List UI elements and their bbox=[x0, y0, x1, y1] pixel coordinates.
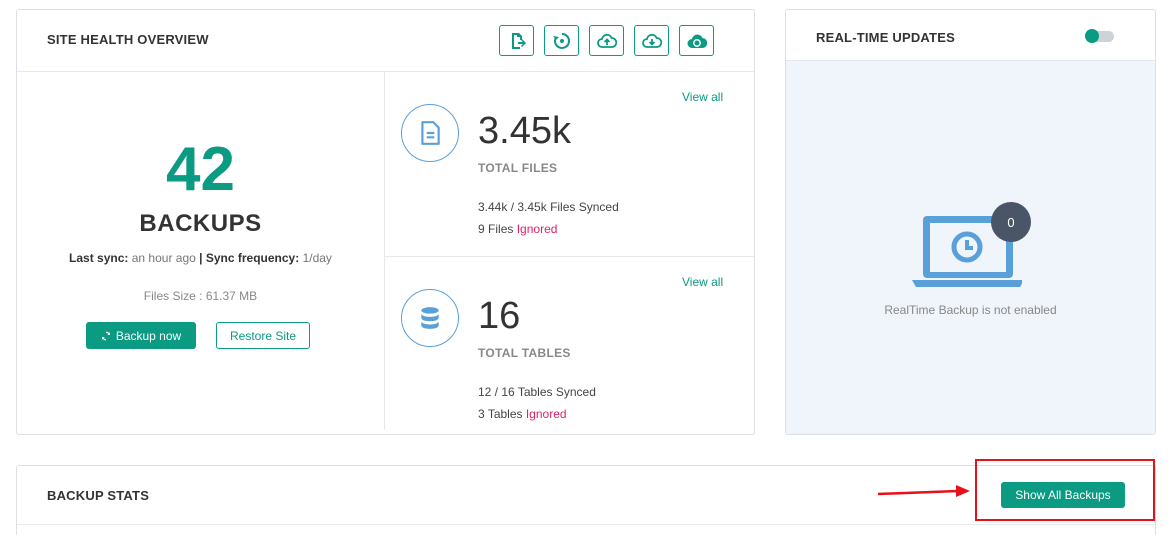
last-sync-label: Last sync: bbox=[69, 251, 129, 265]
total-tables-label: TOTAL TABLES bbox=[478, 346, 571, 360]
realtime-caption: RealTime Backup is not enabled bbox=[884, 303, 1057, 317]
sync-icon bbox=[101, 331, 110, 340]
backup-stats-title: BACKUP STATS bbox=[47, 488, 150, 503]
tables-synced: 12 / 16 Tables Synced bbox=[478, 385, 596, 399]
file-export-button[interactable] bbox=[499, 25, 534, 56]
sync-separator: | bbox=[199, 251, 203, 265]
tables-synced-text: Tables Synced bbox=[517, 385, 596, 399]
cloud-upload-icon bbox=[596, 33, 617, 48]
backup-now-label: Backup now bbox=[115, 328, 182, 343]
backup-count: 42 bbox=[166, 135, 235, 204]
realtime-toggle[interactable] bbox=[1085, 29, 1114, 43]
cloud-sync-button[interactable] bbox=[679, 25, 714, 56]
tables-ignored-link[interactable]: Ignored bbox=[526, 407, 567, 421]
files-ignored-link[interactable]: Ignored bbox=[517, 222, 558, 236]
database-icon bbox=[421, 307, 439, 329]
cloud-upload-button[interactable] bbox=[589, 25, 624, 56]
document-icon bbox=[421, 121, 440, 145]
files-synced: 3.44k / 3.45k Files Synced bbox=[478, 200, 619, 214]
show-all-backups-button[interactable]: Show All Backups bbox=[1001, 482, 1125, 508]
toggle-knob bbox=[1085, 29, 1099, 43]
column-divider bbox=[384, 72, 385, 430]
cloud-download-icon bbox=[641, 33, 662, 48]
backup-stats-divider bbox=[17, 524, 1155, 525]
site-health-title: SITE HEALTH OVERVIEW bbox=[47, 32, 209, 47]
sync-frequency-value: 1/day bbox=[302, 251, 332, 265]
cloud-download-button[interactable] bbox=[634, 25, 669, 56]
sync-frequency-label: Sync frequency: bbox=[205, 251, 300, 265]
total-files-value: 3.45k bbox=[478, 110, 571, 152]
files-size: Files Size : 61.37 MB bbox=[143, 289, 258, 303]
annotation-arrow-icon bbox=[877, 485, 970, 497]
sync-info: Last sync: an hour ago | Sync frequency:… bbox=[17, 251, 384, 265]
site-health-card: SITE HEALTH OVERVIEW 42 BACKUPS Last syn… bbox=[16, 9, 755, 435]
tables-ignored: 3 Tables Ignored bbox=[478, 407, 567, 421]
tables-synced-count: 12 / 16 bbox=[478, 385, 515, 399]
realtime-body: 0 RealTime Backup is not enabled bbox=[786, 60, 1155, 434]
cloud-sync-icon bbox=[687, 34, 707, 48]
tables-ignored-prefix: Tables bbox=[487, 407, 523, 421]
files-stat-icon bbox=[401, 104, 459, 162]
tables-ignored-count: 3 bbox=[478, 407, 485, 421]
file-export-icon bbox=[511, 32, 526, 49]
restore-button[interactable] bbox=[544, 25, 579, 56]
files-view-all-link[interactable]: View all bbox=[682, 90, 723, 104]
files-synced-text: Files Synced bbox=[550, 200, 619, 214]
files-synced-count: 3.44k / 3.45k bbox=[478, 200, 547, 214]
files-ignored-prefix: Files bbox=[488, 222, 514, 236]
tables-stat-icon bbox=[401, 289, 459, 347]
files-ignored-count: 9 bbox=[478, 222, 485, 236]
backup-now-button[interactable]: Backup now bbox=[86, 322, 196, 349]
tables-view-all-link[interactable]: View all bbox=[682, 275, 723, 289]
restore-site-button[interactable]: Restore Site bbox=[216, 322, 310, 349]
files-ignored: 9 Files Ignored bbox=[478, 222, 557, 236]
backups-label: BACKUPS bbox=[139, 210, 262, 237]
restore-icon bbox=[552, 32, 570, 49]
header-divider bbox=[17, 71, 754, 72]
total-files-label: TOTAL FILES bbox=[478, 161, 558, 175]
last-sync-value: an hour ago bbox=[131, 251, 196, 265]
realtime-title: REAL-TIME UPDATES bbox=[816, 30, 955, 45]
total-tables-value: 16 bbox=[478, 295, 521, 337]
realtime-card: REAL-TIME UPDATES 0 RealTime Backup is n… bbox=[785, 9, 1156, 435]
realtime-count-badge: 0 bbox=[991, 202, 1031, 242]
row-divider bbox=[385, 256, 754, 257]
